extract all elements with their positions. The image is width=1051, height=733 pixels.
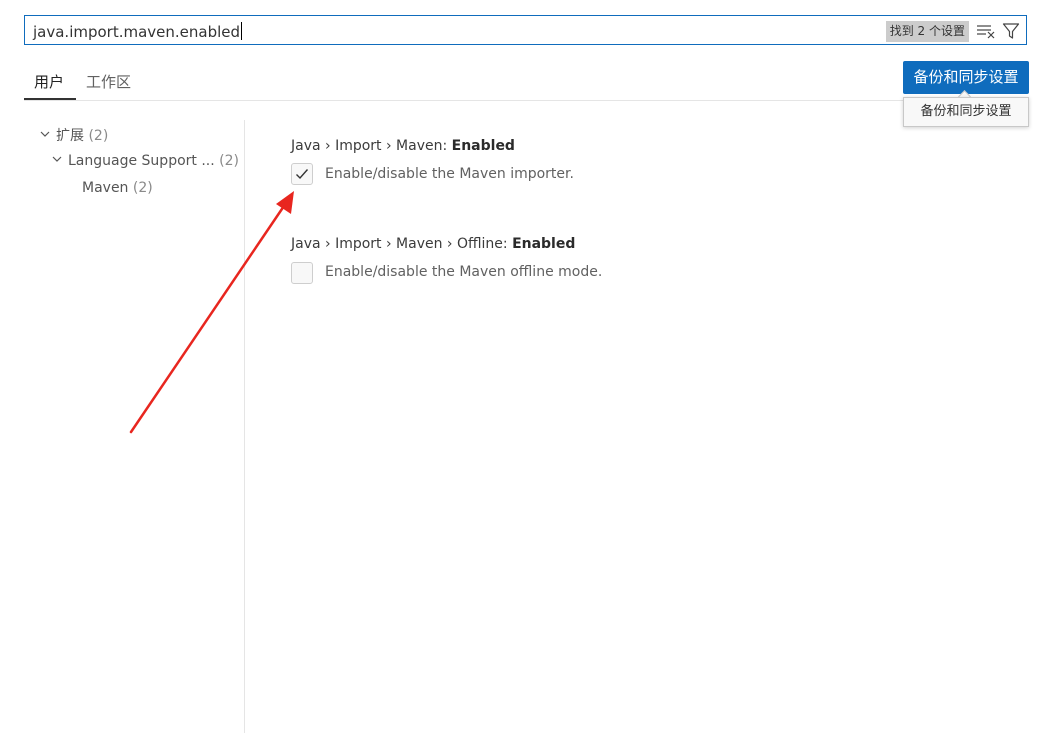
tab-user[interactable]: 用户 xyxy=(34,71,64,92)
maven-enabled-checkbox[interactable] xyxy=(291,163,313,185)
clear-filter-icon[interactable] xyxy=(976,22,996,40)
toc-item-count: (2) xyxy=(132,180,153,196)
maven-offline-checkbox[interactable] xyxy=(291,262,313,284)
tab-workspace[interactable]: 工作区 xyxy=(86,71,131,92)
setting-title-maven-enabled: Java › Import › Maven: Enabled xyxy=(291,138,515,154)
backup-and-sync-button[interactable]: 备份和同步设置 xyxy=(903,61,1029,94)
text-caret xyxy=(241,22,243,40)
toc-item-maven[interactable]: Maven (2) xyxy=(82,180,153,196)
settings-toc: 扩展 (2) Language Support ... (2) Maven (2… xyxy=(0,120,244,733)
setting-breadcrumb: Java › Import › Maven: xyxy=(291,138,452,154)
filter-icon[interactable] xyxy=(1002,22,1020,40)
chevron-down-icon xyxy=(52,156,62,162)
setting-name: Enabled xyxy=(512,236,576,252)
backup-and-sync-tooltip: 备份和同步设置 xyxy=(903,97,1029,127)
toc-item-count: (2) xyxy=(88,128,109,144)
setting-description: Enable/disable the Maven importer. xyxy=(325,166,574,182)
toc-item-language-support[interactable]: Language Support ... (2) xyxy=(52,153,239,169)
setting-breadcrumb: Java › Import › Maven › Offline: xyxy=(291,236,513,252)
toc-item-count: (2) xyxy=(219,153,239,169)
chevron-down-icon xyxy=(40,131,50,137)
toc-item-label: 扩展 xyxy=(56,128,84,144)
settings-search-box[interactable]: java.import.maven.enabled 找到 2 个设置 xyxy=(24,15,1027,45)
search-results-badge: 找到 2 个设置 xyxy=(885,21,969,42)
setting-title-maven-offline-enabled: Java › Import › Maven › Offline: Enabled xyxy=(291,236,575,252)
setting-description: Enable/disable the Maven offline mode. xyxy=(325,264,603,280)
toc-divider xyxy=(244,120,245,733)
toc-item-label: Maven xyxy=(82,180,129,196)
settings-search-input[interactable]: java.import.maven.enabled xyxy=(33,22,243,41)
toc-item-label: Language Support ... xyxy=(68,153,215,169)
checkmark-icon xyxy=(296,169,309,180)
setting-name: Enabled xyxy=(451,138,515,154)
toc-item-extensions[interactable]: 扩展 (2) xyxy=(40,125,108,145)
tabs-divider xyxy=(24,100,1027,101)
